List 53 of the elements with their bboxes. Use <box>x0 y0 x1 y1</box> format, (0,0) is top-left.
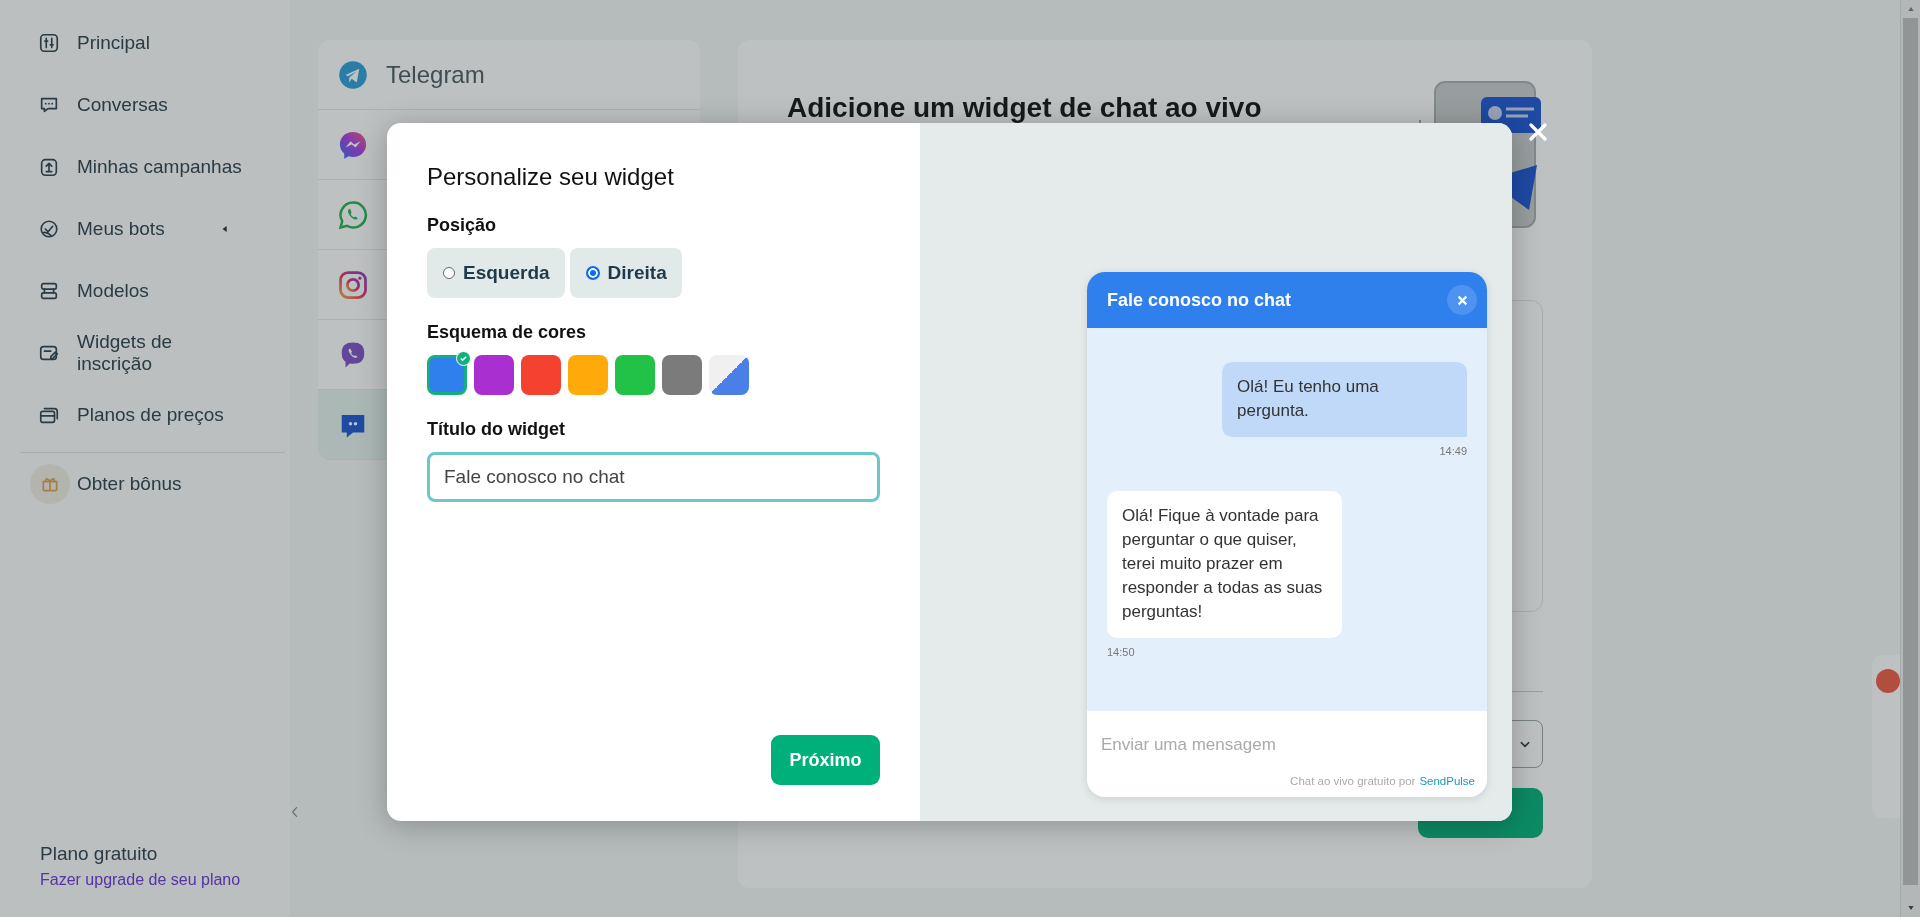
color-swatch[interactable] <box>615 355 655 395</box>
bot-icon <box>38 218 60 240</box>
bonus-item[interactable]: Obter bônus <box>20 453 250 515</box>
paper-plane-icon <box>338 59 368 90</box>
plan-name: Plano gratuito <box>40 843 159 865</box>
sendpulse-link[interactable]: SendPulse <box>1419 775 1475 787</box>
close-icon <box>1456 294 1468 306</box>
lightning-bubble-icon <box>338 129 368 160</box>
message-bubble: Olá! Eu tenho uma pergunta. <box>1222 362 1467 437</box>
phone-bubble-icon <box>338 199 368 230</box>
nav-item[interactable]: Conversas <box>20 74 250 136</box>
gift-icon <box>30 464 70 504</box>
message-bubble: Olá! Fique à vontade para perguntar o que quiser, terei muito prazer em responder a todas as suas perguntas! <box>1107 491 1342 638</box>
color-swatch[interactable] <box>568 355 608 395</box>
radio-option[interactable]: Esquerda <box>427 248 565 298</box>
close-button[interactable] <box>1447 285 1477 315</box>
checkmark-icon <box>456 351 471 366</box>
upload-icon <box>38 156 60 178</box>
feedback-tab[interactable] <box>1872 655 1900 818</box>
color-swatch[interactable] <box>521 355 561 395</box>
nav-item[interactable]: Minhas campanhas <box>20 136 250 198</box>
nav-item[interactable]: Meus bots <box>20 198 250 260</box>
nav-item[interactable]: Planos de preços <box>20 384 250 446</box>
nav-item[interactable]: Modelos <box>20 260 250 322</box>
scrollbar-thumb[interactable] <box>1903 18 1918 885</box>
message-time: 14:50 <box>1107 646 1135 658</box>
camera-icon <box>338 269 368 300</box>
modal-title: Personalize seu widget <box>427 163 675 191</box>
scrollbar[interactable] <box>1900 0 1920 917</box>
chat-title: Fale conosco no chat <box>1107 289 1292 311</box>
notification-dot <box>1876 669 1900 693</box>
close-button[interactable] <box>1527 121 1549 143</box>
radio-option[interactable]: Direita <box>569 248 682 298</box>
color-swatch[interactable] <box>709 355 749 395</box>
panel-title: Adicione um widget de chat ao vivo <box>787 92 1262 124</box>
upgrade-link[interactable]: Fazer upgrade de seu plano <box>40 871 290 889</box>
title-input[interactable]: Fale conosco no chat <box>427 452 880 502</box>
footer-text: Chat ao vivo gratuito por <box>1290 775 1416 787</box>
field-label: Posição <box>427 215 498 236</box>
field-label: Título do widget <box>427 419 566 440</box>
color-swatch[interactable] <box>662 355 702 395</box>
radio-button[interactable] <box>585 266 600 280</box>
nav-item[interactable]: Widgets de inscrição <box>20 322 250 384</box>
message-input[interactable]: Enviar uma mensagem <box>1087 711 1487 773</box>
layers-icon <box>38 280 60 302</box>
nav-item[interactable]: Principal <box>20 12 250 74</box>
color-swatch[interactable] <box>474 355 514 395</box>
radio-button[interactable] <box>443 267 455 279</box>
channel-item[interactable]: Telegram <box>318 40 700 110</box>
sliders-icon <box>38 32 60 54</box>
field-label: Esquema de cores <box>427 322 588 343</box>
close-icon <box>1529 123 1547 141</box>
message-time: 14:49 <box>1439 445 1467 457</box>
